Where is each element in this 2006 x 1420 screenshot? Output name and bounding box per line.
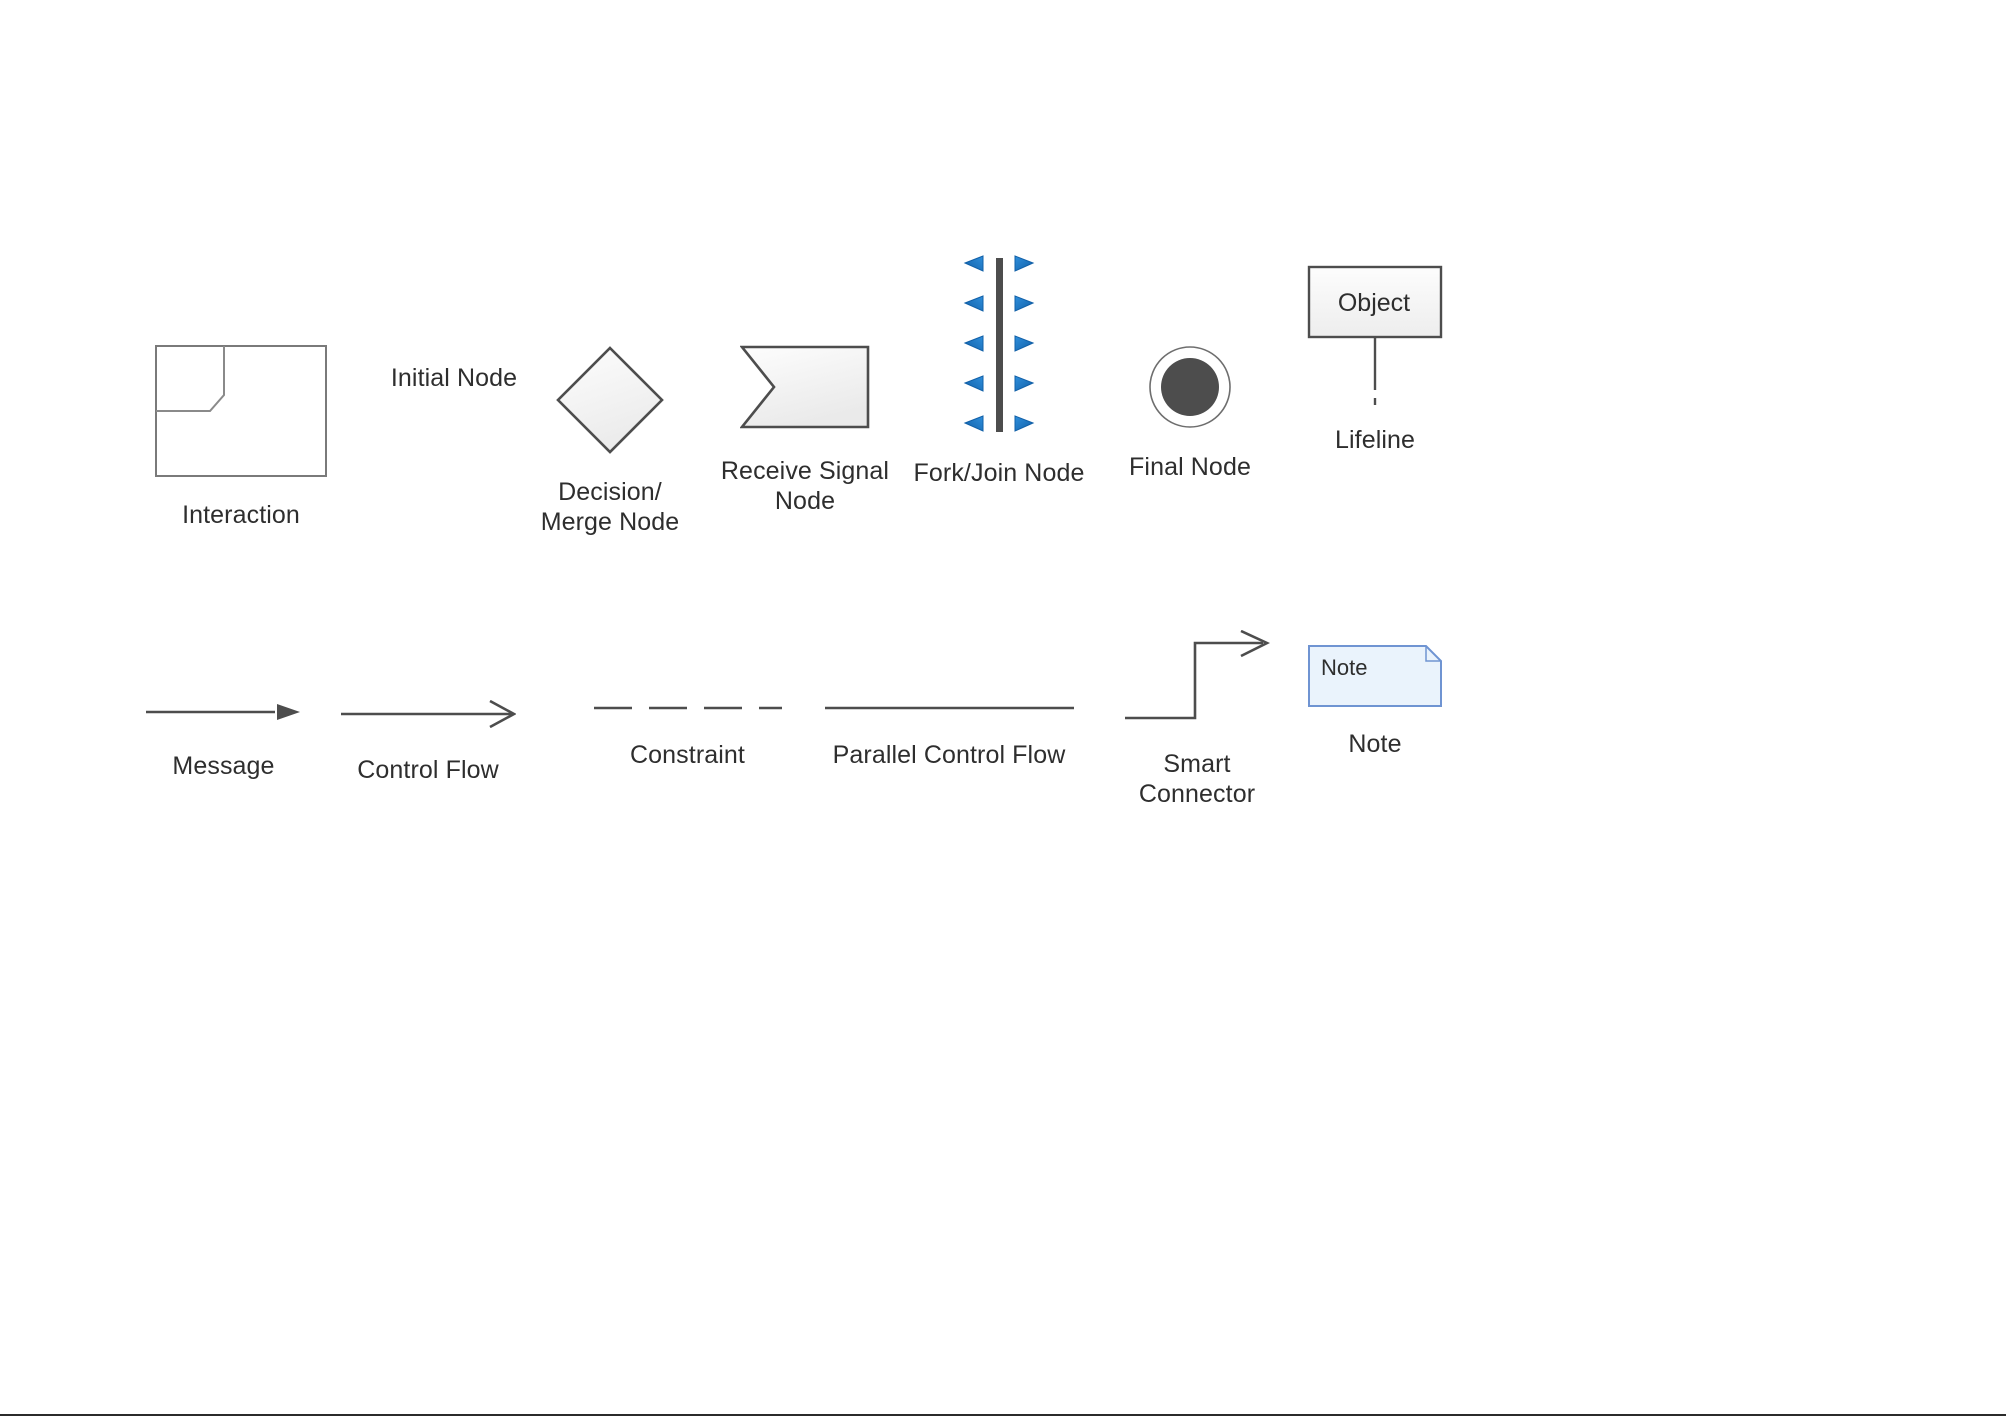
lifeline-icon: Object [1307, 265, 1443, 415]
stencil-label-decision-merge-node: Decision/ Merge Node [540, 478, 680, 536]
solid-arrow-icon [145, 700, 302, 729]
stencil-label-lifeline: Lifeline [1334, 426, 1416, 454]
stencil-label-interaction: Interaction [182, 501, 300, 529]
fork-join-bar-icon [954, 255, 1044, 440]
stencil-item-receive-signal-node[interactable]: Receive Signal Node [700, 345, 910, 516]
stencil-item-message[interactable]: Message [145, 700, 302, 781]
stencil-item-fork-join-node[interactable]: Fork/Join Node [895, 255, 1103, 488]
final-node-ring-icon [1148, 345, 1232, 434]
solid-line-icon [824, 700, 1075, 718]
stencil-label-receive-signal-node: Receive Signal Node [720, 457, 890, 515]
stencil-item-control-flow[interactable]: Control Flow [330, 699, 526, 785]
stencil-label-control-flow: Control Flow [357, 756, 499, 784]
dashed-line-icon [593, 700, 783, 718]
open-arrow-icon [340, 699, 517, 733]
note-body-text: Note [1321, 655, 1368, 680]
lifeline-object-label: Object [1337, 289, 1411, 317]
stencil-label-smart-connector: Smart Connector [1138, 750, 1256, 808]
stencil-label-parallel-control-flow: Parallel Control Flow [832, 741, 1066, 769]
receive-signal-flag-icon [739, 345, 870, 434]
stencil-label-constraint: Constraint [630, 741, 745, 769]
elbow-arrow-icon [1123, 629, 1271, 727]
diamond-icon [555, 345, 665, 460]
stencil-label-fork-join-node: Fork/Join Node [913, 459, 1085, 487]
page-bottom-divider [0, 1414, 2006, 1416]
stencil-item-decision-merge-node[interactable]: Decision/ Merge Node [500, 345, 720, 537]
stencil-label-final-node: Final Node [1129, 453, 1251, 481]
interaction-frame-icon [155, 345, 327, 482]
stencil-item-parallel-control-flow[interactable]: Parallel Control Flow [820, 700, 1078, 770]
stencil-label-note: Note [1348, 730, 1402, 758]
diagram-canvas: Interaction Initial Node Decision/ Merge… [0, 0, 2006, 1420]
note-page-icon: Note [1308, 645, 1442, 707]
stencil-item-constraint[interactable]: Constraint [585, 700, 790, 770]
stencil-item-final-node[interactable]: Final Node [1090, 345, 1290, 482]
stencil-label-initial-node: Initial Node [390, 364, 518, 392]
stencil-item-lifeline[interactable]: Object Lifeline [1275, 265, 1475, 455]
stencil-item-interaction[interactable]: Interaction [155, 345, 327, 530]
stencil-item-smart-connector[interactable]: Smart Connector [1118, 629, 1276, 809]
stencil-label-message: Message [172, 752, 275, 780]
stencil-item-note[interactable]: Note Note [1297, 645, 1453, 759]
